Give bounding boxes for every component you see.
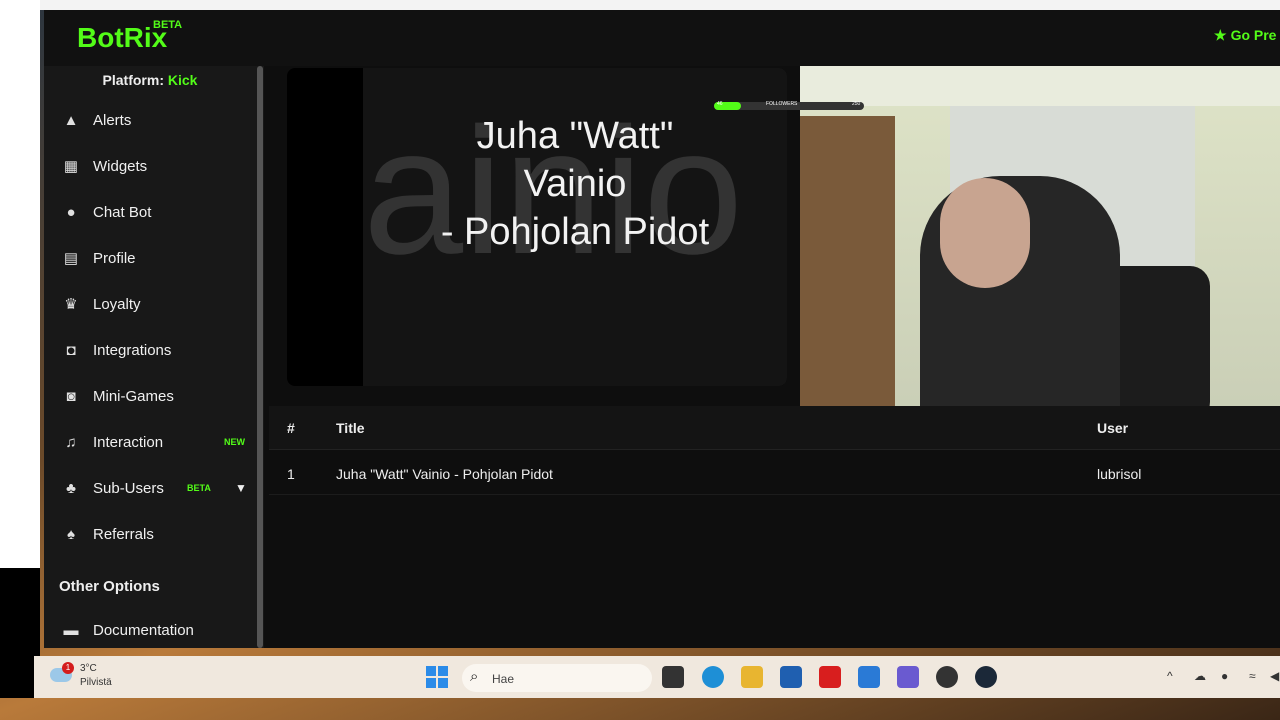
steam-icon[interactable] bbox=[975, 666, 997, 688]
video-player[interactable]: ainio - Po Juha "Watt" Vainio - Pohjolan… bbox=[287, 68, 787, 386]
video-title-line: - Pohjolan Pidot bbox=[440, 211, 710, 253]
column-header-user: User bbox=[1097, 420, 1129, 436]
music-note-icon: ♫ bbox=[65, 433, 77, 451]
app-l-icon[interactable] bbox=[819, 666, 841, 688]
wifi-icon[interactable]: ≈ bbox=[1249, 669, 1256, 683]
edge-browser-icon[interactable] bbox=[702, 666, 724, 688]
row-number: 1 bbox=[287, 466, 295, 482]
sidebar-item-mini-games[interactable]: ◙ Mini-Games bbox=[44, 376, 256, 416]
other-options-heading: Other Options bbox=[59, 578, 160, 595]
sidebar-item-interaction[interactable]: ♫ Interaction NEW bbox=[44, 422, 256, 462]
botrix-app: BotRix BETA ★ Go Pre Platform: Kick ▲ Ale… bbox=[44, 10, 1280, 648]
column-header-title: Title bbox=[336, 420, 365, 436]
windows-start-icon[interactable] bbox=[426, 666, 448, 688]
table-row[interactable]: 1 Juha "Watt" Vainio - Pohjolan Pidot lu… bbox=[269, 451, 1280, 495]
chevron-down-icon[interactable]: ▼ bbox=[235, 481, 247, 495]
beta-badge: BETA bbox=[187, 483, 211, 493]
row-title: Juha "Watt" Vainio - Pohjolan Pidot bbox=[336, 466, 553, 482]
sidebar-item-label: Loyalty bbox=[93, 295, 141, 313]
sidebar-item-label: Sub-Users bbox=[93, 479, 164, 497]
sidebar-item-label: Mini-Games bbox=[93, 387, 174, 405]
plug-icon: ◘ bbox=[66, 341, 76, 359]
obs-icon[interactable] bbox=[936, 666, 958, 688]
app-header: BotRix BETA ★ Go Pre bbox=[44, 10, 1280, 66]
followers-goal-bar: 46 FOLLOWERS 250 bbox=[714, 101, 864, 110]
volume-icon[interactable]: ◀ bbox=[1270, 669, 1279, 683]
scroll-icon: ▬ bbox=[63, 621, 79, 639]
sidebar-item-alerts[interactable]: ▲ Alerts bbox=[44, 100, 256, 140]
sidebar-item-label: Alerts bbox=[93, 111, 132, 129]
outlook-icon[interactable] bbox=[858, 666, 880, 688]
go-premium-label: Go Pre bbox=[1230, 27, 1277, 43]
star-icon: ★ bbox=[1214, 27, 1227, 43]
robot-icon: ● bbox=[66, 203, 76, 221]
browser-top-strip bbox=[40, 0, 1280, 10]
background-window-edge bbox=[0, 0, 40, 568]
file-explorer-icon[interactable] bbox=[741, 666, 763, 688]
sidebar: Platform: Kick ▲ Alerts ▦ Widgets ● Chat… bbox=[44, 66, 264, 648]
main-content: ainio - Po Juha "Watt" Vainio - Pohjolan… bbox=[264, 66, 1280, 648]
search-icon: ⌕ bbox=[470, 668, 479, 685]
column-header-number: # bbox=[287, 420, 295, 436]
sidebar-item-referrals[interactable]: ♠ Referrals bbox=[44, 514, 256, 554]
video-title-line: Vainio bbox=[523, 163, 627, 205]
warning-icon: ▲ bbox=[63, 111, 79, 129]
logo-beta-badge: BETA bbox=[153, 19, 183, 31]
webcam-ceiling bbox=[800, 66, 1280, 106]
followers-current: 46 bbox=[717, 101, 723, 107]
sidebar-item-label: Profile bbox=[93, 249, 136, 267]
platform-value: Kick bbox=[167, 72, 198, 88]
sidebar-item-integrations[interactable]: ◘ Integrations bbox=[44, 330, 256, 370]
weather-condition: Pilvistä bbox=[80, 677, 112, 688]
weather-temperature: 3°C bbox=[80, 663, 97, 674]
taskbar-search-input[interactable]: ⌕ Hae bbox=[462, 664, 652, 692]
gamepad-icon: ◙ bbox=[66, 387, 76, 405]
row-user: lubrisol bbox=[1097, 466, 1142, 482]
sidebar-item-label: Widgets bbox=[93, 157, 148, 175]
sidebar-item-label: Integrations bbox=[93, 341, 172, 359]
sidebar-item-documentation[interactable]: ▬ Documentation bbox=[44, 610, 256, 648]
video-title-line: Juha "Watt" bbox=[476, 115, 674, 157]
sidebar-item-label: Documentation bbox=[93, 621, 194, 639]
weather-widget[interactable]: 1 bbox=[50, 662, 74, 682]
search-placeholder: Hae bbox=[492, 672, 515, 686]
sidebar-item-sub-users[interactable]: ♣ Sub-Users BETA ▼ bbox=[44, 468, 256, 508]
onedrive-icon[interactable]: ☁ bbox=[1194, 669, 1206, 683]
grid-icon: ▦ bbox=[63, 158, 79, 175]
tray-chevron-up-icon[interactable]: ^ bbox=[1167, 669, 1173, 683]
webcam-overlay bbox=[800, 66, 1280, 422]
followers-target: 250 bbox=[852, 101, 861, 107]
sidebar-item-label: Chat Bot bbox=[93, 203, 152, 221]
sidebar-item-chat-bot[interactable]: ● Chat Bot bbox=[44, 192, 256, 232]
task-view-icon[interactable] bbox=[662, 666, 684, 688]
sidebar-scrollbar[interactable] bbox=[257, 66, 263, 648]
platform-label: Platform: bbox=[102, 72, 164, 88]
platform-indicator: Platform: Kick bbox=[44, 72, 256, 88]
new-badge: NEW bbox=[224, 437, 245, 447]
user-group-icon: ♠ bbox=[67, 525, 75, 543]
followers-label: FOLLOWERS bbox=[766, 101, 798, 107]
webcam-head bbox=[940, 178, 1030, 288]
id-card-icon: ▤ bbox=[63, 250, 79, 267]
sidebar-item-loyalty[interactable]: ♛ Loyalty bbox=[44, 284, 256, 324]
windows-taskbar: 1 3°C Pilvistä ⌕ Hae ^ ☁ ● ≈ ◀ bbox=[34, 656, 1280, 698]
webcam-shelf bbox=[800, 116, 895, 422]
store-icon[interactable] bbox=[780, 666, 802, 688]
microphone-icon[interactable]: ● bbox=[1221, 669, 1228, 683]
sidebar-item-widgets[interactable]: ▦ Widgets bbox=[44, 146, 256, 186]
notification-badge: 1 bbox=[62, 662, 74, 674]
teams-icon[interactable] bbox=[897, 666, 919, 688]
queue-table-header: # Title User bbox=[269, 406, 1280, 450]
sidebar-item-profile[interactable]: ▤ Profile bbox=[44, 238, 256, 278]
go-premium-button[interactable]: ★ Go Pre bbox=[1214, 27, 1276, 44]
trophy-icon: ♛ bbox=[64, 296, 78, 313]
users-icon: ♣ bbox=[66, 479, 76, 497]
video-title: Juha "Watt" Vainio - Pohjolan Pidot bbox=[363, 112, 787, 256]
sidebar-item-label: Interaction bbox=[93, 433, 164, 451]
sidebar-item-label: Referrals bbox=[93, 525, 154, 543]
